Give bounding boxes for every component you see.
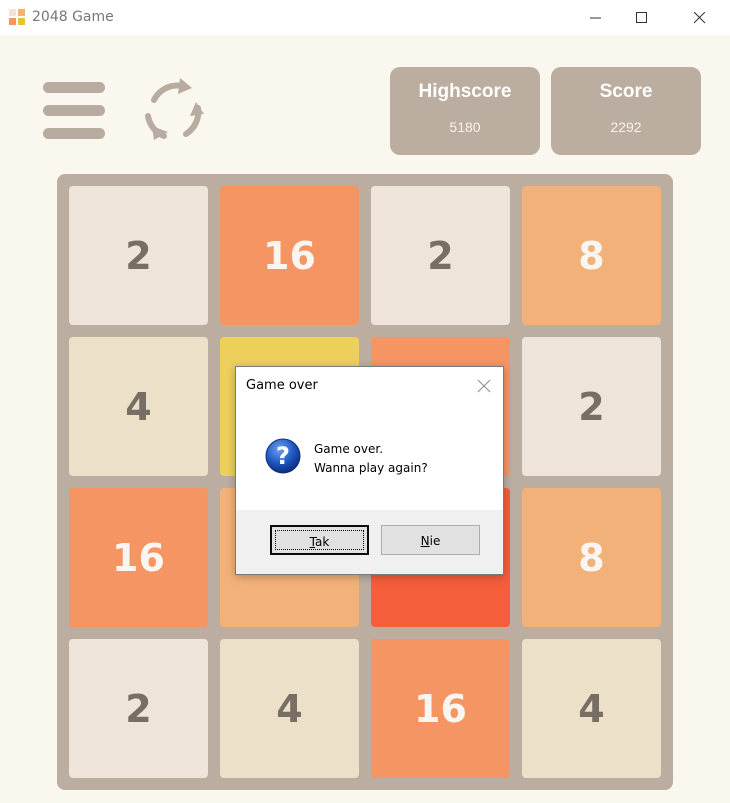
- window-title: 2048 Game: [32, 9, 114, 25]
- app-icon: [9, 9, 26, 26]
- tile-r1-c0: 4: [69, 337, 208, 476]
- tile-r3-c2: 16: [371, 639, 510, 778]
- close-icon: [694, 12, 706, 24]
- tile-r2-c3: 8: [522, 488, 661, 627]
- no-accelerator: N: [420, 534, 430, 548]
- minimize-button[interactable]: [573, 0, 619, 35]
- score-label: Score: [599, 81, 653, 102]
- highscore-box: Highscore 5180: [390, 67, 540, 155]
- svg-text:?: ?: [276, 442, 290, 470]
- no-button[interactable]: Nie: [381, 525, 480, 555]
- minimize-icon: [590, 17, 601, 19]
- tile-r3-c3: 4: [522, 639, 661, 778]
- close-window-button[interactable]: [677, 0, 723, 35]
- yes-button[interactable]: Tak: [270, 525, 369, 555]
- dialog-message-line2: Wanna play again?: [314, 461, 428, 475]
- close-icon: [477, 379, 491, 393]
- dialog-title: Game over: [246, 378, 318, 393]
- tile-r3-c0: 2: [69, 639, 208, 778]
- maximize-icon: [636, 12, 647, 23]
- tile-r0-c2: 2: [371, 186, 510, 325]
- yes-label-rest: ak: [315, 535, 330, 549]
- no-label-rest: ie: [429, 534, 441, 548]
- tile-r0-c0: 2: [69, 186, 208, 325]
- dialog-close-button[interactable]: [477, 378, 491, 393]
- menu-icon[interactable]: [43, 82, 105, 140]
- maximize-button[interactable]: [619, 0, 665, 35]
- highscore-value: 5180: [449, 119, 481, 135]
- dialog-message: Game over. Wanna play again?: [314, 440, 428, 478]
- dialog-message-line1: Game over.: [314, 442, 384, 456]
- score-value: 2292: [610, 119, 642, 135]
- tile-r0-c1: 16: [220, 186, 359, 325]
- question-icon: ?: [265, 438, 301, 474]
- tile-r2-c0: 16: [69, 488, 208, 627]
- tile-r0-c3: 8: [522, 186, 661, 325]
- dialog-footer: Tak Nie: [236, 510, 503, 574]
- refresh-icon[interactable]: [140, 78, 208, 146]
- tile-r3-c1: 4: [220, 639, 359, 778]
- tile-r1-c3: 2: [522, 337, 661, 476]
- yes-accelerator: T: [309, 535, 316, 549]
- title-bar: 2048 Game: [0, 0, 730, 35]
- score-box: Score 2292: [551, 67, 701, 155]
- game-over-dialog: Game over ? Game over. Wanna play again?…: [235, 366, 504, 575]
- highscore-label: Highscore: [418, 81, 512, 102]
